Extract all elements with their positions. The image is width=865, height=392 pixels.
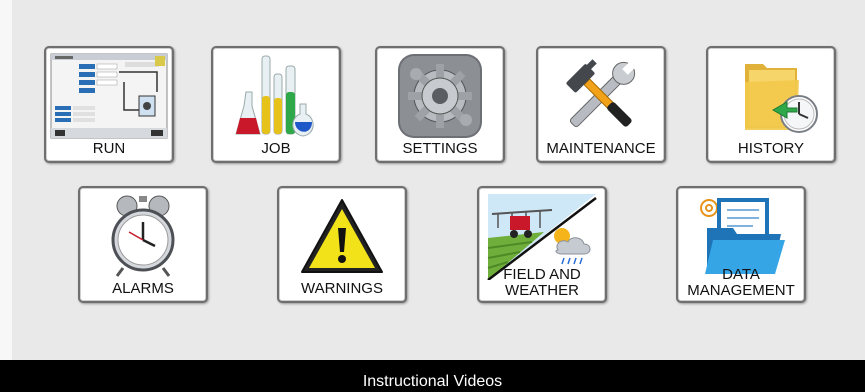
run-screen-icon <box>46 52 172 140</box>
data-management-label: DATA MANAGEMENT <box>678 267 804 299</box>
run-label: RUN <box>92 140 126 157</box>
maintenance-label: MAINTENANCE <box>546 140 656 157</box>
hammer-wrench-icon <box>538 52 664 140</box>
warnings-label: WARNINGS <box>301 280 383 297</box>
history-label: HISTORY <box>737 140 805 157</box>
job-button[interactable]: JOB <box>211 46 341 163</box>
warning-triangle-icon <box>279 192 405 280</box>
settings-label: SETTINGS <box>402 140 478 157</box>
run-button[interactable]: RUN <box>44 46 174 163</box>
history-button[interactable]: HISTORY <box>706 46 836 163</box>
field-and-weather-label-line2: WEATHER <box>505 282 579 299</box>
warnings-button[interactable]: WARNINGS <box>277 186 407 303</box>
data-management-label-line2: MANAGEMENT <box>687 282 795 299</box>
settings-button[interactable]: SETTINGS <box>375 46 505 163</box>
alarm-clock-icon <box>80 192 206 280</box>
footer-bar: Instructional Videos <box>0 360 865 392</box>
field-and-weather-label-line1: FIELD AND <box>503 266 581 283</box>
alarms-label: ALARMS <box>112 280 174 297</box>
field-and-weather-label: FIELD AND WEATHER <box>479 267 605 299</box>
gear-icon <box>377 52 503 140</box>
instructional-videos-button[interactable]: Instructional Videos <box>0 360 865 392</box>
left-edge-strip <box>0 0 12 360</box>
folder-clock-icon <box>708 52 834 140</box>
alarms-button[interactable]: ALARMS <box>78 186 208 303</box>
job-label: JOB <box>261 140 291 157</box>
data-management-button[interactable]: DATA MANAGEMENT <box>676 186 806 303</box>
maintenance-button[interactable]: MAINTENANCE <box>536 46 666 163</box>
field-and-weather-button[interactable]: FIELD AND WEATHER <box>477 186 607 303</box>
lab-flasks-icon <box>213 52 339 140</box>
data-management-label-line1: DATA <box>722 266 760 283</box>
